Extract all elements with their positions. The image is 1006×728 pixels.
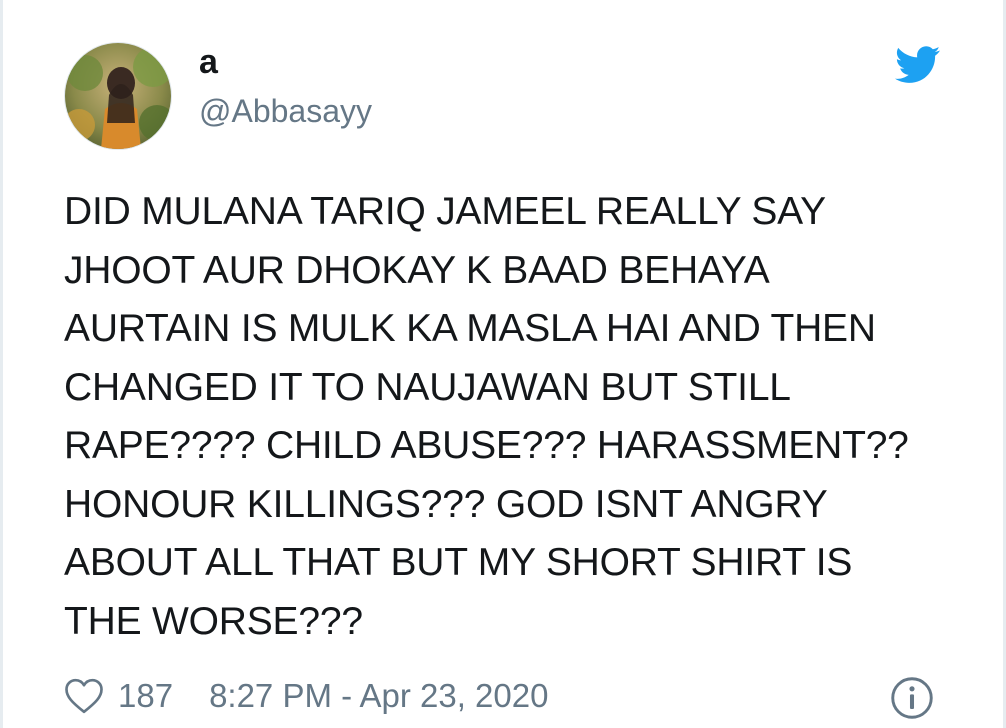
info-icon[interactable] xyxy=(890,676,934,720)
tweet-card: a @Abbasayy DID MULANA TARIQ JAMEEL REAL… xyxy=(0,0,1006,728)
user-handle[interactable]: @Abbasayy xyxy=(199,92,372,130)
card-left-border xyxy=(0,0,3,728)
avatar[interactable] xyxy=(64,42,172,150)
timestamp[interactable]: 8:27 PM - Apr 23, 2020 xyxy=(209,677,548,715)
heart-icon[interactable] xyxy=(64,677,104,715)
tweet-text: DID MULANA TARIQ JAMEEL REALLY SAY JHOOT… xyxy=(64,190,909,643)
like-count: 187 xyxy=(118,677,174,714)
display-name[interactable]: a xyxy=(199,42,218,82)
twitter-bird-icon[interactable] xyxy=(895,46,941,84)
tweet-footer: 187 8:27 PM - Apr 23, 2020 xyxy=(64,672,548,720)
